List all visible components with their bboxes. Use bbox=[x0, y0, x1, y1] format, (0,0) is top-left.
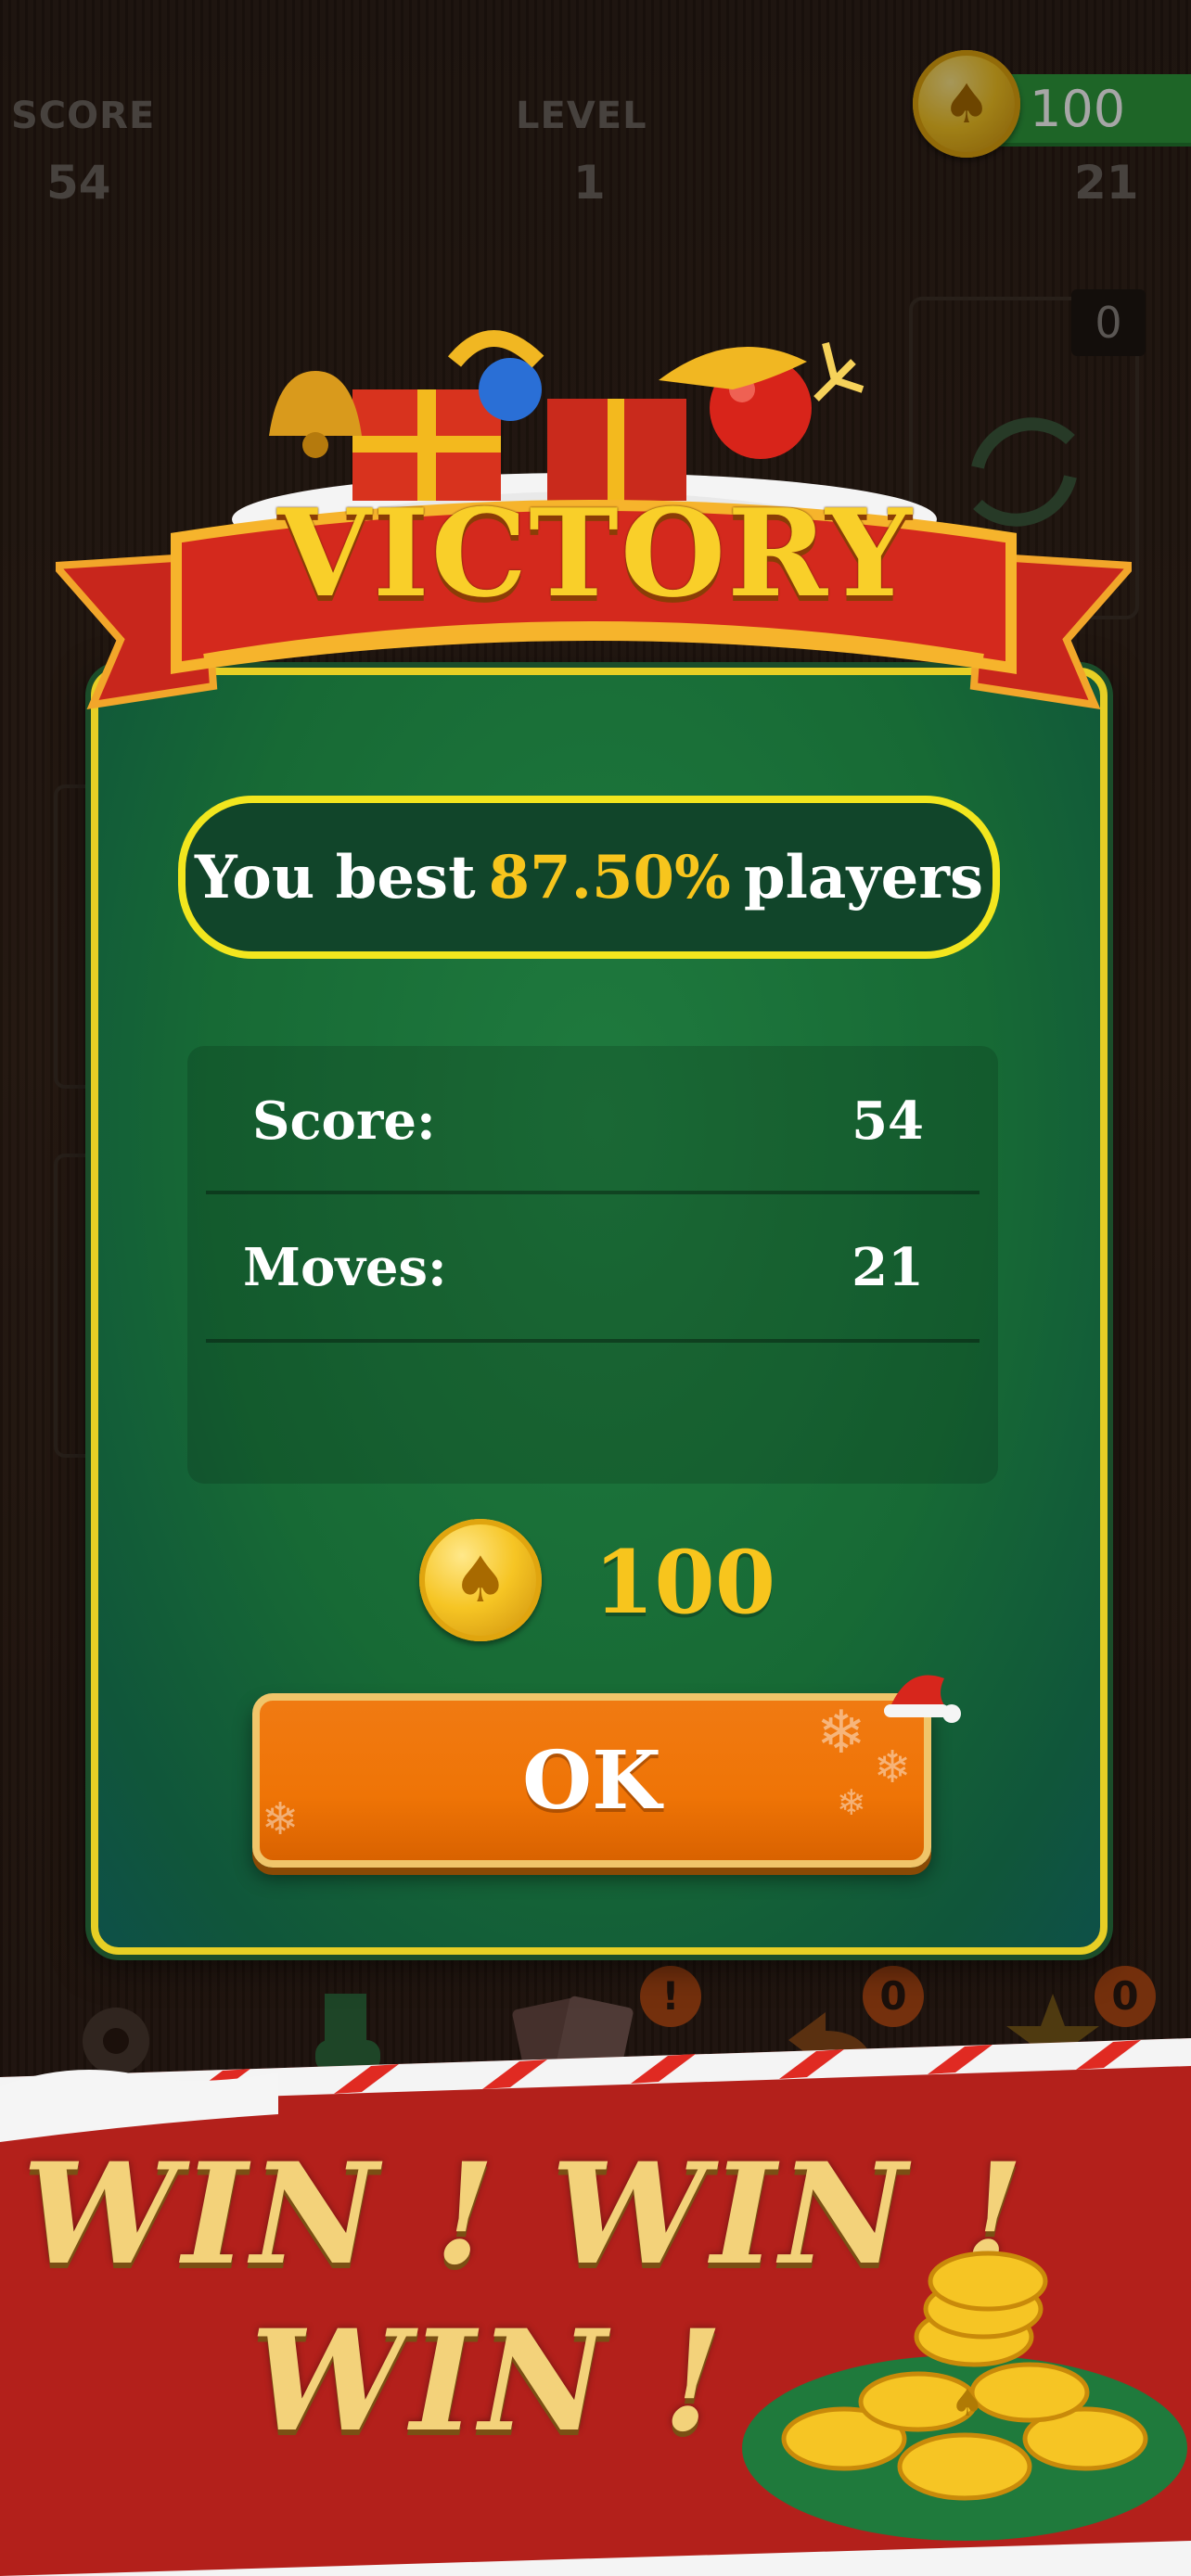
row-divider bbox=[206, 1339, 980, 1343]
snowflake-icon: ❄ bbox=[874, 1741, 912, 1793]
santa-hat-icon bbox=[884, 1675, 961, 1723]
percentile-value: 87.50% bbox=[488, 842, 731, 912]
ok-button-label: OK bbox=[522, 1733, 661, 1828]
promo-text-line2: WIN ! bbox=[250, 2300, 727, 2463]
percentile-suffix: players bbox=[743, 842, 984, 912]
stat-value: 21 bbox=[852, 1237, 924, 1298]
stat-value: 54 bbox=[852, 1090, 924, 1152]
victory-title: VICTORY bbox=[277, 482, 914, 624]
stat-label: Score: bbox=[252, 1090, 436, 1152]
percentile-prefix: You best bbox=[194, 842, 476, 912]
snowflake-icon: ❄ bbox=[837, 1782, 866, 1823]
svg-text:♠: ♠ bbox=[951, 2382, 984, 2425]
coin-pile-image: ♠ bbox=[742, 2251, 1187, 2541]
reward-coin-icon: ♠ bbox=[419, 1519, 542, 1641]
stat-label: Moves: bbox=[243, 1237, 447, 1298]
stats-table: Score: 54 Moves: 21 bbox=[187, 1046, 998, 1484]
stat-row-score: Score: 54 bbox=[206, 1046, 980, 1194]
reward-amount: 100 bbox=[594, 1532, 776, 1634]
percentile-banner: You best 87.50% players bbox=[178, 796, 1000, 959]
snowflake-icon: ❄ bbox=[262, 1793, 300, 1845]
stat-row-moves: Moves: 21 bbox=[206, 1194, 980, 1343]
snowflake-icon: ❄ bbox=[816, 1699, 866, 1767]
